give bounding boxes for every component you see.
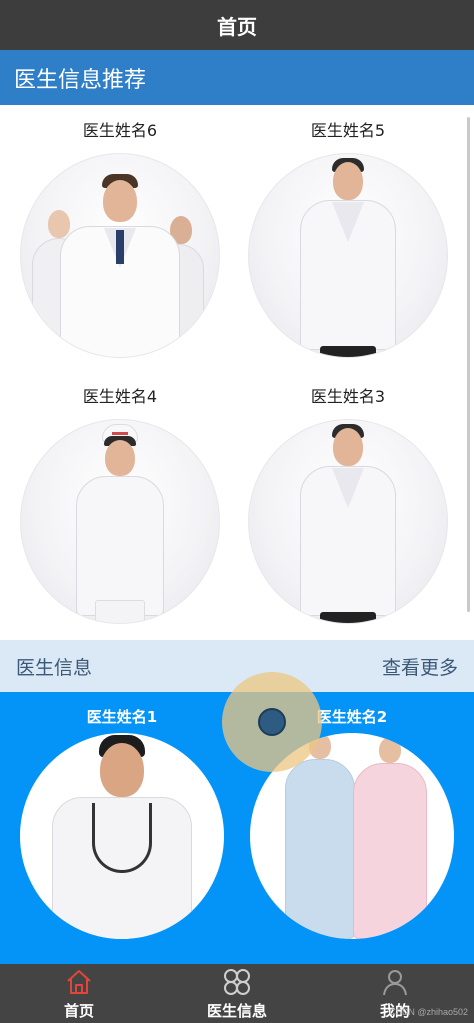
doctor-info-bar: 医生信息 查看更多 [0,640,474,692]
watermark: CSDN @zhihao502 [389,1007,468,1017]
recommend-grid[interactable]: 医生姓名6 医生姓名5 医生姓名4 医生姓名3 [0,105,474,640]
doctor-photo[interactable] [20,153,220,358]
doctor-photo[interactable] [248,153,448,358]
scrollbar[interactable] [467,117,470,612]
doctor-name: 医生姓名2 [316,708,388,726]
doctor-info-title: 医生信息 [16,656,93,679]
tab-doctor-info[interactable]: 医生信息 [177,964,297,1023]
grid-icon [224,969,250,995]
home-icon [67,970,91,994]
doctor-name: 医生姓名4 [82,387,158,406]
recommend-section-title: 医生信息推荐 [14,67,147,93]
bottom-tabbar: 首页 医生信息 我的 CSDN @zhihao502 [0,964,474,1023]
tab-label: 首页 [63,1002,94,1020]
doctor-card[interactable]: 医生姓名5 [248,105,448,365]
doctor-name: 医生姓名1 [86,708,158,726]
tab-home[interactable]: 首页 [19,964,139,1023]
page-title: 首页 [217,14,257,39]
doctor-name: 医生姓名3 [310,387,386,406]
tab-label: 医生信息 [206,1002,267,1020]
top-navbar: 首页 [0,0,474,50]
doctor-card[interactable]: 医生姓名4 [20,371,220,631]
view-more-link[interactable]: 查看更多 [382,653,458,680]
doctor-card[interactable]: 医生姓名6 [20,105,220,365]
doctor-card[interactable]: 医生姓名3 [248,371,448,631]
doctor-name: 医生姓名6 [82,121,158,140]
doctor-name: 医生姓名5 [310,121,386,140]
doctor-photo[interactable] [20,733,224,939]
doctor-photo[interactable] [20,419,220,624]
doctor-photo[interactable] [248,419,448,624]
recommend-section-header: 医生信息推荐 [0,50,474,105]
user-icon [383,970,407,996]
doctor-card[interactable]: 医生姓名1 [18,692,226,942]
touch-indicator-dot [258,708,286,736]
